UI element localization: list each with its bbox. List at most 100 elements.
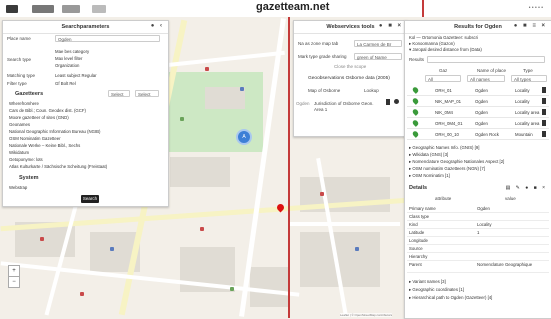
poi-marker[interactable] — [200, 227, 204, 231]
partner-logo[interactable] — [32, 5, 54, 13]
map-attribution[interactable]: Leaflet | © OpenStreetMap contributors — [340, 313, 393, 317]
gazetteer-item[interactable]: OSM Nominatim Gazetteer — [9, 136, 61, 141]
gazetteer-item[interactable]: Wikidatum — [9, 150, 29, 155]
search-type-option[interactable]: Max level filter — [55, 56, 82, 61]
building-block — [170, 157, 230, 187]
poi-marker[interactable] — [80, 292, 84, 296]
poi-marker[interactable] — [40, 237, 44, 241]
result-tree-line[interactable]: ▸ Wikidata (GNS) [3] — [409, 152, 448, 158]
results-panel: Results for Ogden ● ■ ≡ × Kol — Ortomoni… — [404, 20, 551, 319]
result-tree-line[interactable]: ▸ Nomenclature Geographie Nationales Asp… — [409, 159, 504, 165]
settings-icon[interactable] — [394, 99, 399, 104]
building-block — [250, 267, 290, 307]
search-type-option[interactable]: Mae bes category — [55, 49, 89, 54]
trash-icon[interactable] — [386, 99, 390, 105]
table-row[interactable]: ORH_0M4_01 Ogden Locality area — [407, 118, 549, 129]
location-marker[interactable]: A — [236, 129, 252, 145]
search-type-label: Search type — [7, 57, 32, 62]
gazetteer-item[interactable]: Geonames — [9, 122, 30, 127]
row-type: Locality — [515, 88, 530, 93]
poi-marker[interactable] — [355, 247, 359, 251]
row-label: Na as zone map tab — [298, 41, 339, 46]
details-column-header: attribute — [435, 196, 452, 201]
partner-logo[interactable] — [6, 5, 18, 13]
top-bar: gazetteam.net • • • • • — [0, 0, 551, 18]
poi-marker[interactable] — [180, 117, 184, 121]
system-option[interactable]: Webstrap — [9, 185, 27, 190]
column-header[interactable]: Name of place — [477, 68, 506, 73]
panel-controls[interactable]: ● ‹ — [151, 23, 164, 29]
row-type: Locality area — [515, 121, 540, 126]
gazetteer-item[interactable]: Nationale Werke – Keine Bibl., Sechs — [9, 143, 80, 148]
poi-marker[interactable] — [320, 192, 324, 196]
row-name: Ogden Rock — [475, 132, 499, 137]
poi-marker[interactable] — [230, 287, 234, 291]
result-tree-line[interactable]: Kol — Ortomonia Gazetteer: subscri — [409, 35, 478, 40]
row-name: Ogden — [475, 88, 488, 93]
row-select[interactable]: La Carmen de Br — [354, 40, 402, 47]
search-button[interactable]: Search — [81, 195, 99, 203]
results-filter-input[interactable] — [427, 56, 545, 63]
place-name-input[interactable]: Ogden — [55, 35, 160, 42]
result-tree-line[interactable]: ▸ Geographic coordinates [1] — [409, 287, 464, 293]
poi-marker[interactable] — [205, 67, 209, 71]
row-name: Ogden — [475, 110, 488, 115]
table-row[interactable]: NIK_0M4 Ogden Locality area — [407, 107, 549, 118]
document-icon[interactable] — [542, 87, 546, 93]
result-tree-line[interactable]: ▸ OSM Nominatim [1] — [409, 173, 450, 179]
gazetteer-item[interactable]: Atlas Kulturkarte / Sächsische Scheitung… — [9, 164, 107, 169]
partner-logo[interactable] — [92, 5, 106, 13]
column-filter[interactable]: All — [425, 75, 461, 82]
divider-line — [422, 0, 424, 17]
gazetteer-item[interactable]: National Geographic Information Bureau (… — [9, 129, 100, 134]
search-parameters-panel: Searchparameters ● ‹ Place name Ogden Se… — [2, 20, 169, 207]
row-id: ORH_0M4_01 — [435, 121, 463, 126]
result-tree-line[interactable]: ▸ OSM nominatim Gazetteers (NGN) [7] — [409, 166, 485, 172]
poi-marker[interactable] — [240, 87, 244, 91]
column-header[interactable]: Gaz — [439, 68, 447, 73]
row-id: ORH_00_10 — [435, 132, 459, 137]
top-right-links[interactable]: • • • • • — [529, 5, 543, 11]
document-icon[interactable] — [542, 120, 546, 126]
row-select[interactable]: green of Name — [354, 53, 402, 60]
result-tree-line[interactable]: ▸ Hierarchical path to Ogden (Gazetteer)… — [409, 295, 492, 301]
panel-controls[interactable]: ● ■ ≡ × — [514, 23, 547, 29]
column-header[interactable]: Type — [523, 68, 533, 73]
close-scope-link[interactable]: Close the scope — [334, 64, 366, 69]
gazetteer-item[interactable]: Wherefromhere — [9, 101, 39, 106]
zoom-out-button[interactable]: − — [8, 276, 20, 288]
table-row[interactable]: NIK_MAP_01 Ogden Locality — [407, 96, 549, 107]
gazetteer-item[interactable]: Moore gazetteer of sites (GND) — [9, 115, 69, 120]
partner-logo[interactable] — [62, 5, 80, 13]
gazetteer-item[interactable]: Getoponyme: lots — [9, 157, 43, 162]
filter-type-option[interactable]: Gf Bolt Rel — [55, 81, 76, 86]
document-icon[interactable] — [542, 109, 546, 115]
gazetteers-heading: Gazetteers — [15, 91, 44, 97]
row-id: NIK_MAP_01 — [435, 99, 462, 104]
matching-type-label: Matching type — [7, 73, 36, 78]
column-filter[interactable]: All names — [467, 75, 505, 82]
poi-marker[interactable] — [110, 247, 114, 251]
location-pin-icon — [411, 119, 420, 127]
tab-lookup[interactable]: Lookup — [364, 88, 379, 93]
panel-controls[interactable]: ● ■ × — [379, 23, 403, 29]
result-tree-line[interactable]: ▾ Jaropal desired distance from (Data) — [409, 47, 482, 53]
row-id: NIK_0M4 — [435, 110, 453, 115]
details-column-header: value — [505, 196, 516, 201]
result-tree-line[interactable]: ▸ Variant names [3] — [409, 279, 446, 285]
row-type: Locality area — [515, 110, 540, 115]
column-filter[interactable]: All types — [511, 75, 547, 82]
result-tree-line[interactable]: ▸ Geographic Names Info. (GNIS) [9] — [409, 145, 479, 151]
gazetteer-item[interactable]: Cars de Bibl.; Coun. Geodex dist. (GCF) — [9, 108, 86, 113]
table-row[interactable]: ORH_00_10 Ogden Rock Mountain — [407, 129, 549, 140]
location-pin-icon — [411, 86, 420, 94]
gazetteer-select-button[interactable]: Select — [135, 90, 159, 97]
matching-type-option[interactable]: Least subject Regular — [55, 73, 97, 78]
details-toolbar-icons[interactable]: ▤ ✎ ● ■ × — [506, 185, 547, 191]
document-icon[interactable] — [542, 98, 546, 104]
tab-map[interactable]: Map of Osborne — [308, 88, 340, 93]
table-row[interactable]: ORH_01 Ogden Locality — [407, 85, 549, 96]
document-icon[interactable] — [542, 131, 546, 137]
gazetteer-select-button[interactable]: Select — [108, 90, 130, 97]
search-type-option[interactable]: Organization — [55, 63, 79, 68]
